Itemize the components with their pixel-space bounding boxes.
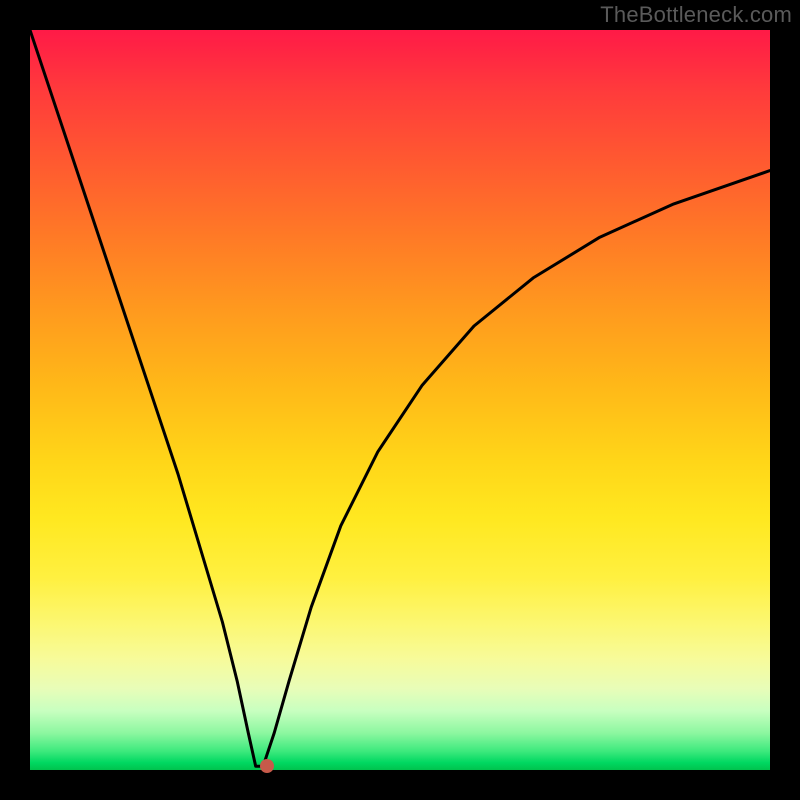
chart-frame: TheBottleneck.com [0, 0, 800, 800]
bottleneck-curve [30, 30, 770, 770]
plot-area [30, 30, 770, 770]
optimal-point-marker [260, 759, 274, 773]
watermark-text: TheBottleneck.com [600, 2, 792, 28]
